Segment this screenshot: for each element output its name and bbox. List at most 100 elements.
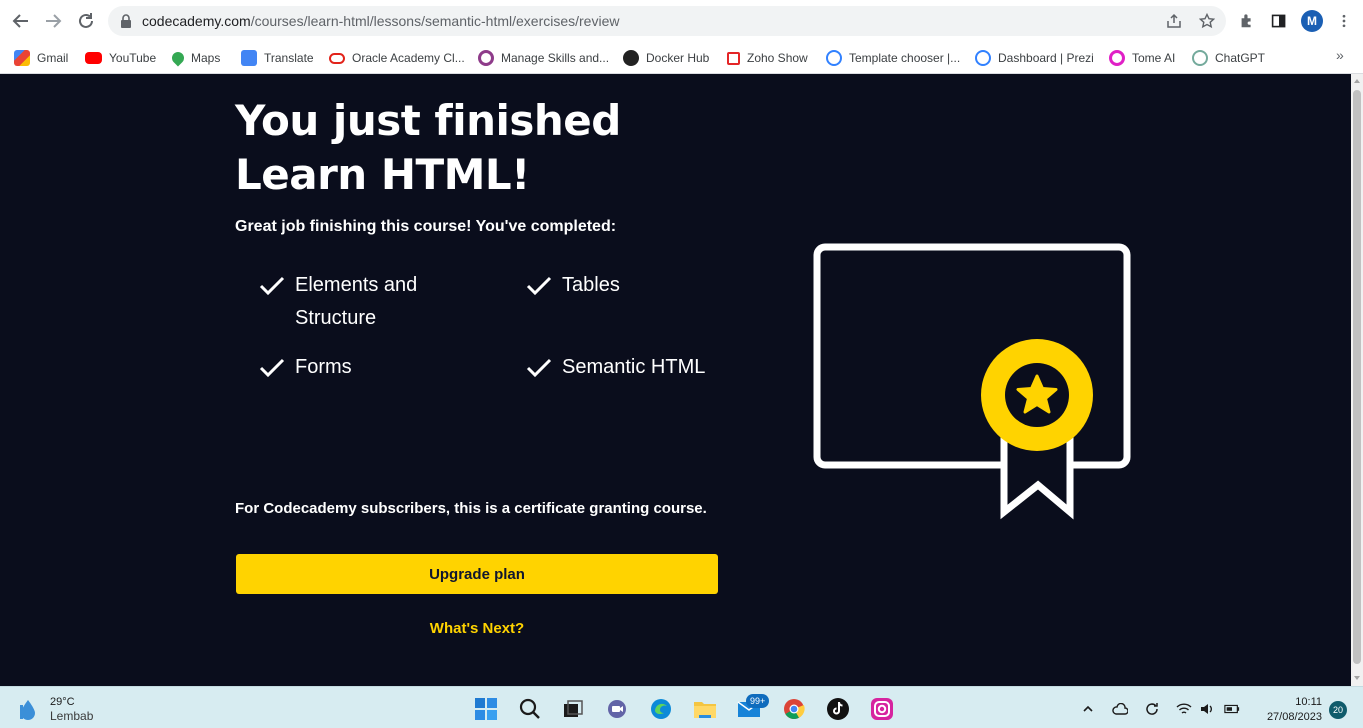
- headline-line-2: Learn HTML!: [235, 150, 530, 199]
- teams-chat-icon[interactable]: [604, 696, 630, 722]
- lesson-label-line2: Structure: [295, 307, 377, 329]
- clock-time: 10:11: [1295, 696, 1322, 708]
- chevron-up-icon[interactable]: [1080, 701, 1096, 717]
- back-arrow-icon: [12, 14, 28, 28]
- mail-unread-badge: 99+: [746, 694, 770, 708]
- clock-date: 27/08/2023: [1266, 711, 1322, 723]
- skills-icon: [478, 50, 494, 66]
- certificate-frame: [813, 243, 1131, 469]
- chrome-browser-icon[interactable]: [781, 696, 807, 722]
- address-bar[interactable]: codecademy.com/courses/learn-html/lesson…: [108, 6, 1226, 36]
- bookmark-label: YouTube: [109, 51, 157, 65]
- task-view-icon[interactable]: [560, 696, 586, 722]
- bookmark-skills[interactable]: Manage Skills and...: [478, 48, 609, 68]
- bookmark-zoho[interactable]: Zoho Show: [727, 48, 808, 68]
- oracle-icon: [329, 52, 345, 64]
- bookmark-label: Manage Skills and...: [501, 51, 610, 65]
- windows-taskbar: 29°C Lembab 99+ 10:11 27/08/2023 20: [0, 686, 1363, 728]
- bookmark-translate[interactable]: Translate: [241, 48, 314, 68]
- extensions-icon[interactable]: [1237, 11, 1257, 31]
- certificate-illustration: [813, 243, 1131, 520]
- lesson-label: Forms: [295, 356, 352, 378]
- prezi-icon: [826, 50, 842, 66]
- bookmark-label: Template chooser |...: [849, 51, 961, 65]
- completed-lesson-forms: Forms: [259, 351, 352, 384]
- file-explorer-icon[interactable]: [692, 696, 718, 722]
- completed-lesson-elements-structure: Elements and Structure: [259, 269, 459, 335]
- share-icon[interactable]: [1166, 13, 1182, 29]
- page-title: You just finished Learn HTML!: [235, 94, 655, 202]
- tiktok-icon[interactable]: [825, 696, 851, 722]
- bookmark-label: Dashboard | Prezi: [998, 51, 1094, 65]
- prezi-icon: [975, 50, 991, 66]
- weather-condition: Lembab: [50, 709, 94, 723]
- scroll-thumb[interactable]: [1353, 90, 1361, 664]
- url-path: /courses/learn-html/lessons/semantic-htm…: [250, 13, 620, 29]
- reload-button[interactable]: [74, 9, 98, 33]
- bookmark-label: Maps: [191, 51, 221, 65]
- lock-icon: [121, 14, 131, 28]
- battery-icon[interactable]: [1224, 701, 1240, 717]
- bookmark-label: Oracle Academy Cl...: [352, 51, 465, 65]
- volume-icon[interactable]: [1199, 701, 1215, 717]
- notification-badge[interactable]: 20: [1329, 701, 1347, 719]
- back-button[interactable]: [9, 9, 33, 33]
- bookmark-label: Tome AI: [1132, 51, 1176, 65]
- bookmark-label: Translate: [264, 51, 314, 65]
- bookmark-docker[interactable]: Docker Hub: [623, 48, 709, 68]
- bookmark-template-chooser[interactable]: Template chooser |...: [826, 48, 960, 68]
- onedrive-cloud-icon[interactable]: [1112, 701, 1128, 717]
- instagram-icon[interactable]: [869, 696, 895, 722]
- award-medal-icon: [981, 339, 1093, 451]
- youtube-icon: [85, 52, 102, 64]
- bookmark-prezi-dashboard[interactable]: Dashboard | Prezi: [975, 48, 1094, 68]
- checkmark-icon: [259, 276, 285, 296]
- profile-avatar[interactable]: M: [1301, 10, 1323, 32]
- bookmark-youtube[interactable]: YouTube: [85, 48, 156, 68]
- completed-lesson-tables: Tables: [526, 269, 620, 302]
- lesson-label: Tables: [562, 274, 620, 296]
- page-scrollbar[interactable]: [1351, 74, 1363, 686]
- forward-arrow-icon: [46, 14, 62, 28]
- side-panel-icon[interactable]: [1269, 11, 1289, 31]
- raindrop-icon: [20, 699, 35, 720]
- weather-widget[interactable]: 29°C Lembab: [18, 695, 93, 724]
- docker-icon: [623, 50, 639, 66]
- bookmark-label: Docker Hub: [646, 51, 710, 65]
- bookmarks-bar: Gmail YouTube Maps Translate Oracle Acad…: [0, 42, 1363, 74]
- menu-kebab-icon[interactable]: [1334, 11, 1354, 31]
- bookmark-maps[interactable]: Maps: [169, 48, 221, 68]
- checkmark-icon: [526, 358, 552, 378]
- bookmark-star-icon[interactable]: [1199, 13, 1215, 29]
- lesson-label: Semantic HTML: [562, 356, 706, 378]
- completed-lesson-semantic-html: Semantic HTML: [526, 351, 705, 384]
- upgrade-plan-button[interactable]: Upgrade plan: [236, 554, 718, 594]
- more-bookmarks-button[interactable]: »: [1336, 47, 1344, 63]
- windows-logo-icon: [475, 698, 497, 720]
- bookmark-oracle[interactable]: Oracle Academy Cl...: [329, 48, 465, 68]
- scroll-down-arrow-icon[interactable]: [1354, 676, 1360, 680]
- url-text: codecademy.com/courses/learn-html/lesson…: [142, 13, 619, 29]
- edge-browser-icon[interactable]: [648, 696, 674, 722]
- checkmark-icon: [259, 358, 285, 378]
- bookmark-gmail[interactable]: Gmail: [14, 48, 68, 68]
- start-button[interactable]: [473, 696, 499, 722]
- sync-icon[interactable]: [1144, 701, 1160, 717]
- course-complete-page: You just finished Learn HTML! Great job …: [0, 74, 1351, 686]
- completion-intro: Great job finishing this course! You've …: [235, 218, 617, 235]
- bookmark-tome-ai[interactable]: Tome AI: [1109, 48, 1175, 68]
- forward-button[interactable]: [41, 9, 65, 33]
- scroll-up-arrow-icon[interactable]: [1354, 79, 1360, 83]
- search-icon[interactable]: [517, 696, 543, 722]
- lesson-label: Elements and: [295, 274, 418, 296]
- system-clock[interactable]: 10:11 27/08/2023: [1252, 695, 1322, 725]
- bookmark-chatgpt[interactable]: ChatGPT: [1192, 48, 1265, 68]
- gmail-icon: [14, 50, 30, 66]
- certificate-note: For Codecademy subscribers, this is a ce…: [235, 500, 707, 517]
- whats-next-link[interactable]: What's Next?: [236, 620, 718, 637]
- chatgpt-icon: [1192, 50, 1208, 66]
- headline-line-1: You just finished: [235, 96, 621, 145]
- translate-icon: [241, 50, 257, 66]
- wifi-icon[interactable]: [1176, 701, 1192, 717]
- zoho-icon: [727, 51, 740, 65]
